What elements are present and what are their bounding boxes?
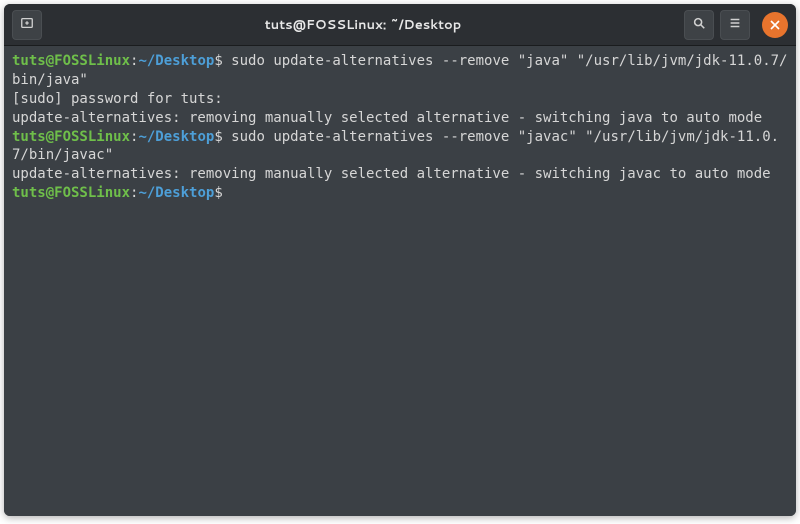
prompt-user: tuts@FOSSLinux	[12, 185, 130, 201]
titlebar-right	[684, 10, 788, 40]
output-1a: [sudo] password for tuts:	[12, 91, 223, 107]
new-tab-button[interactable]	[12, 10, 42, 40]
terminal-body[interactable]: tuts@FOSSLinux:~/Desktop$ sudo update-al…	[4, 46, 796, 516]
prompt-user: tuts@FOSSLinux	[12, 53, 130, 69]
search-button[interactable]	[684, 10, 714, 40]
prompt-symbol: $	[214, 185, 222, 201]
prompt-user: tuts@FOSSLinux	[12, 129, 130, 145]
search-icon	[692, 15, 706, 34]
titlebar-left	[12, 10, 42, 40]
menu-button[interactable]	[720, 10, 750, 40]
prompt-path: ~/Desktop	[138, 185, 214, 201]
window-title: tuts@FOSSLinux: ~/Desktop	[50, 16, 676, 34]
prompt-path: ~/Desktop	[138, 129, 214, 145]
menu-icon	[728, 15, 742, 34]
titlebar: tuts@FOSSLinux: ~/Desktop	[4, 4, 796, 46]
close-button[interactable]	[762, 12, 788, 38]
terminal-window: tuts@FOSSLinux: ~/Desktop tuts@FOSSLinux…	[4, 4, 796, 516]
output-2a: update-alternatives: removing manually s…	[12, 166, 771, 182]
new-tab-icon	[20, 15, 34, 34]
output-1b: update-alternatives: removing manually s…	[12, 110, 762, 126]
prompt-symbol: $	[214, 53, 222, 69]
close-icon	[770, 15, 780, 34]
prompt-path: ~/Desktop	[138, 53, 214, 69]
prompt-symbol: $	[214, 129, 222, 145]
